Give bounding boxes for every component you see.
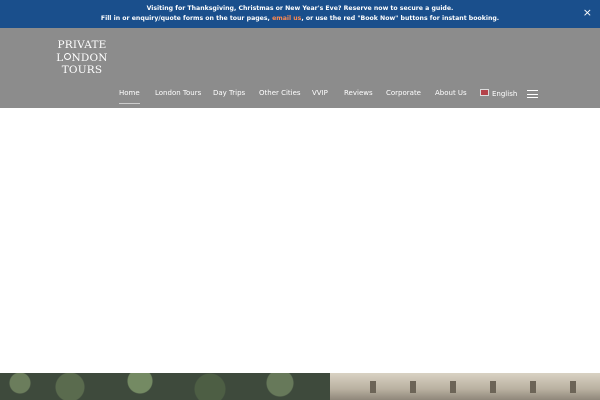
site-header: PRIVATE L NDON TOURS Home London Tours Da… xyxy=(0,28,600,108)
nav-item-vvip[interactable]: VVIP xyxy=(312,89,328,97)
announcement-text-end: , or use the red "Book Now" buttons for … xyxy=(301,15,500,22)
logo-ring-icon xyxy=(63,52,71,60)
email-us-link[interactable]: email us xyxy=(272,15,301,22)
nav-item-london-tours[interactable]: London Tours xyxy=(155,89,201,97)
nav-item-about-us[interactable]: About Us xyxy=(435,89,467,97)
nav-item-other-cities[interactable]: Other Cities xyxy=(259,89,301,97)
announcement-text: Fill in or enquiry/quote forms on the to… xyxy=(100,15,273,22)
logo-line-2: L NDON xyxy=(56,51,108,64)
nav-item-day-trips[interactable]: Day Trips xyxy=(213,89,245,97)
announcement-line-1: Visiting for Thanksgiving, Christmas or … xyxy=(146,5,454,12)
hero-trees xyxy=(0,373,330,400)
close-icon[interactable]: × xyxy=(583,7,592,18)
hamburger-menu-icon[interactable] xyxy=(527,90,538,99)
language-selector[interactable]: English xyxy=(480,89,517,98)
site-logo[interactable]: PRIVATE L NDON TOURS xyxy=(56,39,108,77)
logo-line-3: TOURS xyxy=(61,64,103,76)
logo-line-1: PRIVATE xyxy=(57,39,107,51)
nav-item-corporate[interactable]: Corporate xyxy=(386,89,421,97)
hero-image xyxy=(0,373,600,400)
language-label: English xyxy=(492,90,518,98)
nav-item-home[interactable]: Home xyxy=(119,89,140,104)
announcement-bar: Visiting for Thanksgiving, Christmas or … xyxy=(0,0,600,28)
flag-icon xyxy=(480,89,489,96)
nav-item-reviews[interactable]: Reviews xyxy=(344,89,373,97)
announcement-line-2: Fill in or enquiry/quote forms on the to… xyxy=(0,15,600,22)
hero-building xyxy=(330,373,600,400)
